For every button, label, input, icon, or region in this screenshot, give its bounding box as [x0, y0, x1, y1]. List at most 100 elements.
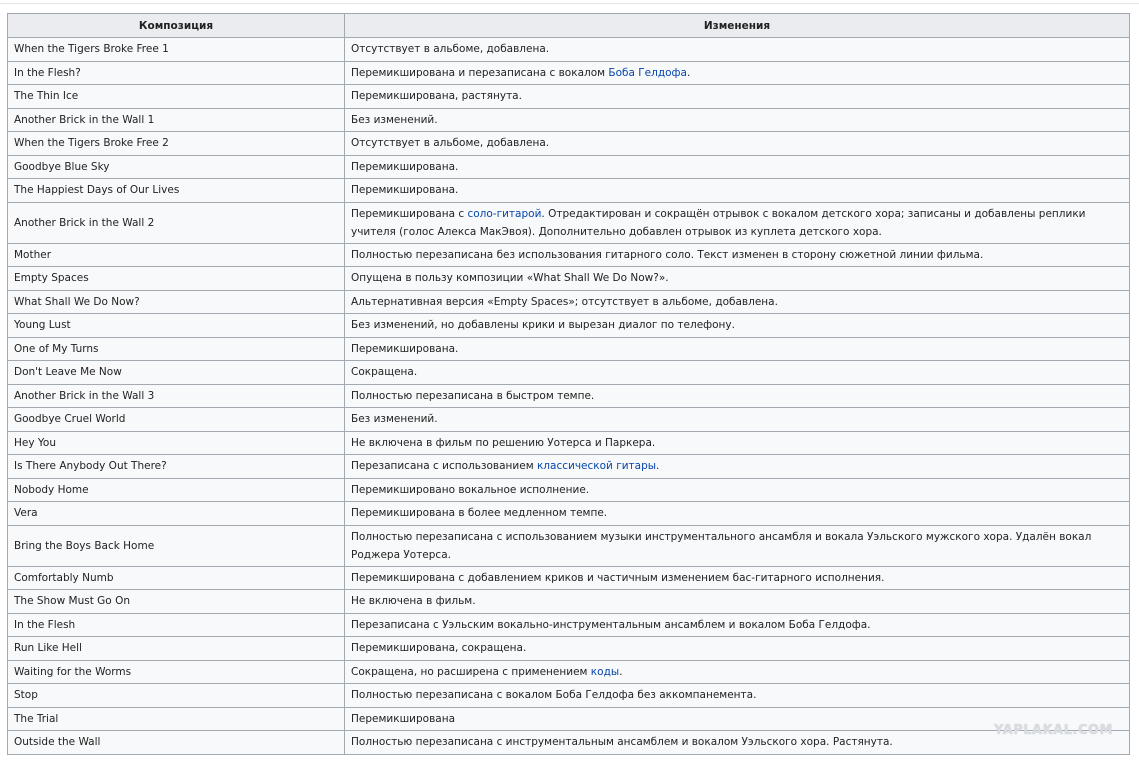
changes-cell: Не включена в фильм по решению Уотерса и…: [344, 430, 1130, 455]
changes-cell: Сокращена.: [344, 360, 1130, 385]
composition-cell: The Happiest Days of Our Lives: [7, 178, 345, 203]
change-text: Опущена в пользу композиции «What Shall …: [351, 272, 669, 285]
composition-cell: Another Brick in the Wall 1: [7, 107, 345, 132]
change-text: Полностью перезаписана без использования…: [351, 248, 984, 261]
table-row: Is There Anybody Out There? Перезаписана …: [7, 454, 1130, 479]
changes-cell: Перемикширована, сокращена.: [344, 636, 1130, 661]
change-text: Альтернативная версия «Empty Spaces»; от…: [351, 295, 778, 308]
top-divider: [0, 3, 1139, 4]
change-text: Перемикширована с: [351, 207, 468, 220]
column-header-changes[interactable]: Изменения: [344, 13, 1130, 38]
change-text: Перемикширована с добавлением криков и ч…: [351, 571, 885, 584]
table-row: In the Flesh? Перемикширована и перезапис…: [7, 60, 1130, 85]
changes-cell: Не включена в фильм.: [344, 589, 1130, 614]
table-row: Run Like Hell Перемикширована, сокращена.: [7, 636, 1130, 661]
table-row: The Trial Перемикширована: [7, 706, 1130, 731]
change-text: Полностью перезаписана с инструментальны…: [351, 736, 893, 749]
table-row: Another Brick in the Wall 2 Перемикширова…: [7, 201, 1130, 244]
change-text: Отсутствует в альбоме, добавлена.: [351, 137, 550, 150]
change-text: Перемикширована, сокращена.: [351, 642, 527, 655]
table-row: When the Tigers Broke Free 1 Отсутствует …: [7, 37, 1130, 62]
table-row: Nobody Home Перемикшировано вокальное исп…: [7, 477, 1130, 502]
composition-cell: Young Lust: [7, 313, 345, 338]
changes-cell: Полностью перезаписана в быстром темпе.: [344, 383, 1130, 408]
change-text: .: [686, 66, 691, 79]
composition-cell: Another Brick in the Wall 3: [7, 383, 345, 408]
composition-cell: Bring the Boys Back Home: [7, 524, 345, 567]
changes-cell: Полностью перезаписана с использованием …: [344, 524, 1130, 567]
composition-cell: Mother: [7, 242, 345, 267]
change-text: Перемикширована и перезаписана с вокалом: [351, 66, 609, 79]
table-row: In the Flesh Перезаписана с Уэльским вока…: [7, 612, 1130, 637]
change-text: Перемикширована.: [351, 342, 459, 355]
changes-cell: Отсутствует в альбоме, добавлена.: [344, 131, 1130, 156]
change-text: Перезаписана с Уэльским вокально-инструм…: [351, 618, 871, 631]
table-row: Another Brick in the Wall 1 Без изменений…: [7, 107, 1130, 132]
change-text: Полностью перезаписана с вокалом Боба Ге…: [351, 689, 757, 702]
change-text: Отсутствует в альбоме, добавлена.: [351, 43, 550, 56]
composition-cell: The Show Must Go On: [7, 589, 345, 614]
table-row: When the Tigers Broke Free 2 Отсутствует …: [7, 131, 1130, 156]
change-text: Без изменений, но добавлены крики и выре…: [351, 319, 735, 332]
change-text: .: [619, 665, 623, 678]
composition-cell: When the Tigers Broke Free 2: [7, 131, 345, 156]
changes-cell: Без изменений.: [344, 107, 1130, 132]
composition-cell: Comfortably Numb: [7, 565, 345, 590]
change-text: Сокращена.: [351, 366, 418, 379]
table-body: When the Tigers Broke Free 1 Отсутствует …: [7, 37, 1130, 755]
changes-cell: Перемикширована с добавлением криков и ч…: [344, 565, 1130, 590]
table-row: Goodbye Cruel World Без изменений.: [7, 407, 1130, 432]
changes-cell: Перемикширована.: [344, 178, 1130, 203]
changes-cell: Перемикширована в более медленном темпе.: [344, 501, 1130, 526]
composition-cell: Stop: [7, 683, 345, 708]
change-text: Без изменений.: [351, 413, 438, 426]
table-row: Another Brick in the Wall 3 Полностью пер…: [7, 383, 1130, 408]
composition-cell: Outside the Wall: [7, 730, 345, 755]
watermark-logo: YAPLAKAL.COM: [994, 723, 1113, 738]
changes-cell: Перезаписана с Уэльским вокально-инструм…: [344, 612, 1130, 637]
table-row: Empty Spaces Опущена в пользу композиции …: [7, 266, 1130, 291]
change-text: Не включена в фильм по решению Уотерса и…: [351, 436, 656, 449]
changes-cell: Перемикшировано вокальное исполнение.: [344, 477, 1130, 502]
changes-cell: Перемикширована с соло-гитарой. Отредакт…: [344, 201, 1130, 244]
table-row: The Thin Ice Перемикширована, растянута.: [7, 84, 1130, 109]
table-row: The Show Must Go On Не включена в фильм.: [7, 589, 1130, 614]
changes-cell: Перемикширована.: [344, 336, 1130, 361]
composition-cell: One of My Turns: [7, 336, 345, 361]
column-header-composition[interactable]: Композиция: [7, 13, 345, 38]
table-row: Mother Полностью перезаписана без использ…: [7, 242, 1130, 267]
table-row: Waiting for the Worms Сокращена, но расши…: [7, 659, 1130, 684]
changes-cell: Полностью перезаписана без использования…: [344, 242, 1130, 267]
wiki-link[interactable]: классической гитары: [537, 460, 656, 472]
change-text: Перемикширована, растянута.: [351, 90, 522, 103]
wiki-link[interactable]: соло-гитарой: [467, 208, 541, 220]
table-row: The Happiest Days of Our Lives Перемикшир…: [7, 178, 1130, 203]
change-text: .: [656, 460, 660, 473]
composition-cell: The Trial: [7, 706, 345, 731]
changes-cell: Полностью перезаписана с вокалом Боба Ге…: [344, 683, 1130, 708]
change-text: Перемикширована.: [351, 160, 459, 173]
table-header-row: Композиция Изменения: [7, 13, 1130, 38]
change-text: Перемикширована: [351, 712, 456, 725]
composition-cell: Vera: [7, 501, 345, 526]
table-row: Comfortably Numb Перемикширована с добавл…: [7, 565, 1130, 590]
composition-cell: Hey You: [7, 430, 345, 455]
composition-cell: The Thin Ice: [7, 84, 345, 109]
wiki-link[interactable]: коды: [591, 666, 619, 678]
table-row: Stop Полностью перезаписана с вокалом Боб…: [7, 683, 1130, 708]
composition-cell: Goodbye Cruel World: [7, 407, 345, 432]
composition-cell: Is There Anybody Out There?: [7, 454, 345, 479]
change-text: Перезаписана с использованием: [351, 460, 537, 473]
changes-cell: Перемикширована и перезаписана с вокалом…: [344, 60, 1130, 85]
changes-cell: Без изменений, но добавлены крики и выре…: [344, 313, 1130, 338]
composition-cell: Nobody Home: [7, 477, 345, 502]
composition-cell: Another Brick in the Wall 2: [7, 201, 345, 244]
table-row: Young Lust Без изменений, но добавлены кр…: [7, 313, 1130, 338]
change-text: Полностью перезаписана в быстром темпе.: [351, 389, 595, 402]
change-text: Перемикшировано вокальное исполнение.: [351, 483, 590, 496]
change-text: Перемикширована.: [351, 184, 459, 197]
wiki-link[interactable]: Боба Гелдофа: [608, 67, 687, 79]
table-row: Bring the Boys Back Home Полностью переза…: [7, 524, 1130, 567]
composition-cell: Waiting for the Worms: [7, 659, 345, 684]
changes-cell: Опущена в пользу композиции «What Shall …: [344, 266, 1130, 291]
